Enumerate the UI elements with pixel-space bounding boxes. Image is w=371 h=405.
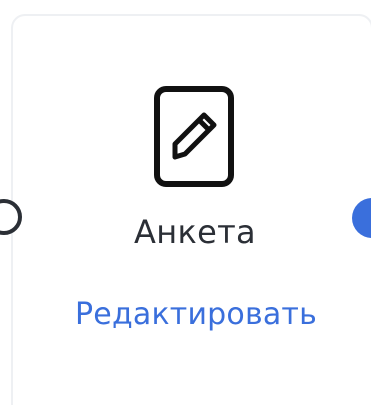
edit-link[interactable]: Редактировать	[36, 291, 356, 339]
node-title: Анкета	[134, 213, 256, 251]
edit-document-icon	[154, 86, 234, 187]
flow-canvas: Анкета Редактировать	[0, 0, 371, 405]
